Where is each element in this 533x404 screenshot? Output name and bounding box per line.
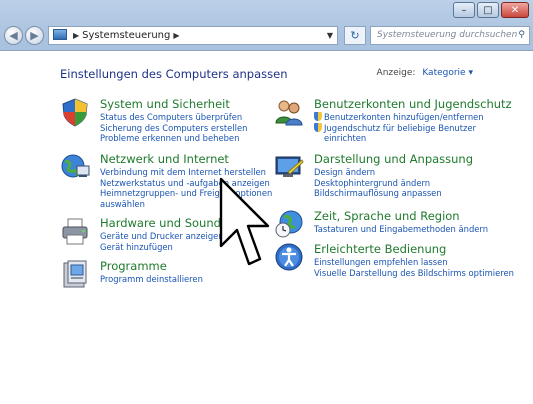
category-title[interactable]: Hardware und Sound: [100, 216, 221, 230]
close-button[interactable]: ✕: [501, 2, 529, 18]
network-icon: [61, 154, 90, 178]
address-bar: ◀ ▶ ▶ Systemsteuerung ▶ ▼ ↻ Systemsteuerun…: [0, 24, 533, 48]
caption-buttons: – □ ✕: [451, 2, 529, 18]
link-geraet-hinzufuegen[interactable]: Gerät hinzufügen: [100, 242, 224, 253]
accessibility-icon: [275, 243, 303, 271]
globe-clock-icon: [275, 210, 303, 238]
minimize-button[interactable]: –: [453, 2, 475, 18]
breadcrumb-systemsteuerung[interactable]: Systemsteuerung: [82, 30, 170, 41]
category-title[interactable]: Netzwerk und Internet: [100, 152, 229, 166]
link-einstellungen-empfehlen[interactable]: Einstellungen empfehlen lassen: [314, 257, 514, 268]
link-programm-deinstallieren[interactable]: Programm deinstallieren: [100, 274, 203, 285]
link-row: Jugendschutz für beliebige Benutzer: [314, 122, 484, 134]
printer-icon: [62, 218, 88, 245]
category-title[interactable]: System und Sicherheit: [100, 97, 230, 111]
control-panel-icon: [53, 29, 67, 40]
link-desktophintergrund[interactable]: Desktophintergrund ändern: [314, 178, 442, 189]
category-title[interactable]: Zeit, Sprache und Region: [314, 209, 460, 223]
shield-icon: [62, 98, 88, 127]
title-bar: – □ ✕: [0, 0, 533, 22]
control-panel-window: – □ ✕ ◀ ▶ ▶ Systemsteuerung ▶ ▼ ↻ Systemst…: [0, 0, 533, 404]
refresh-icon: ↻: [350, 29, 360, 42]
view-label: Anzeige:: [376, 68, 416, 78]
back-button[interactable]: ◀: [4, 26, 23, 45]
uac-shield-icon: [314, 112, 322, 121]
breadcrumb-separator-icon: ▶: [73, 31, 80, 40]
link-design-aendern[interactable]: Design ändern: [314, 167, 442, 178]
forward-arrow-icon: ▶: [30, 29, 39, 42]
category-title[interactable]: Erleichterte Bedienung: [314, 242, 446, 256]
forward-button[interactable]: ▶: [25, 26, 44, 45]
link-sicherung-erstellen[interactable]: Sicherung des Computers erstellen: [100, 123, 247, 134]
category-title[interactable]: Darstellung und Anpassung: [314, 152, 473, 166]
breadcrumb-chevron-icon[interactable]: ▶: [173, 31, 179, 40]
search-icon[interactable]: ⚲: [518, 27, 525, 44]
link-geraete-drucker[interactable]: Geräte und Drucker anzeigen: [100, 231, 224, 242]
view-dropdown[interactable]: Kategorie ▾: [422, 68, 473, 78]
refresh-button[interactable]: ↻: [344, 26, 366, 45]
category-title[interactable]: Benutzerkonten und Jugendschutz: [314, 97, 512, 111]
link-probleme-beheben[interactable]: Probleme erkennen und beheben: [100, 133, 247, 144]
link-tastaturen[interactable]: Tastaturen und Eingabemethoden ändern: [314, 224, 488, 235]
link-jugendschutz[interactable]: Jugendschutz für beliebige Benutzer: [324, 123, 476, 133]
back-arrow-icon: ◀: [9, 29, 18, 42]
search-placeholder: Systemsteuerung durchsuchen: [377, 30, 518, 40]
uac-shield-icon: [314, 122, 322, 132]
users-icon: [275, 100, 303, 126]
programs-icon: [63, 260, 87, 288]
address-field[interactable]: ▶ Systemsteuerung ▶ ▼: [48, 26, 338, 45]
link-jugendschutz-cont[interactable]: einrichten: [314, 133, 484, 144]
link-visuelle-darstellung[interactable]: Visuelle Darstellung des Bildschirms opt…: [314, 268, 514, 279]
search-input[interactable]: Systemsteuerung durchsuchen ⚲: [370, 26, 530, 45]
mouse-pointer-icon: [219, 177, 270, 266]
link-row: Benutzerkonten hinzufügen/entfernen: [314, 112, 484, 123]
link-bildschirmaufloesung[interactable]: Bildschirmauflösung anpassen: [314, 188, 442, 199]
category-title[interactable]: Programme: [100, 259, 167, 273]
maximize-button[interactable]: □: [477, 2, 499, 18]
view-selector: Anzeige: Kategorie ▾: [377, 68, 473, 78]
page-title: Einstellungen des Computers anpassen: [60, 67, 288, 81]
link-status-ueberpruefen[interactable]: Status des Computers überprüfen: [100, 112, 247, 123]
address-dropdown-icon[interactable]: ▼: [327, 27, 333, 44]
display-icon: [275, 156, 304, 177]
link-benutzerkonten[interactable]: Benutzerkonten hinzufügen/entfernen: [324, 112, 484, 122]
